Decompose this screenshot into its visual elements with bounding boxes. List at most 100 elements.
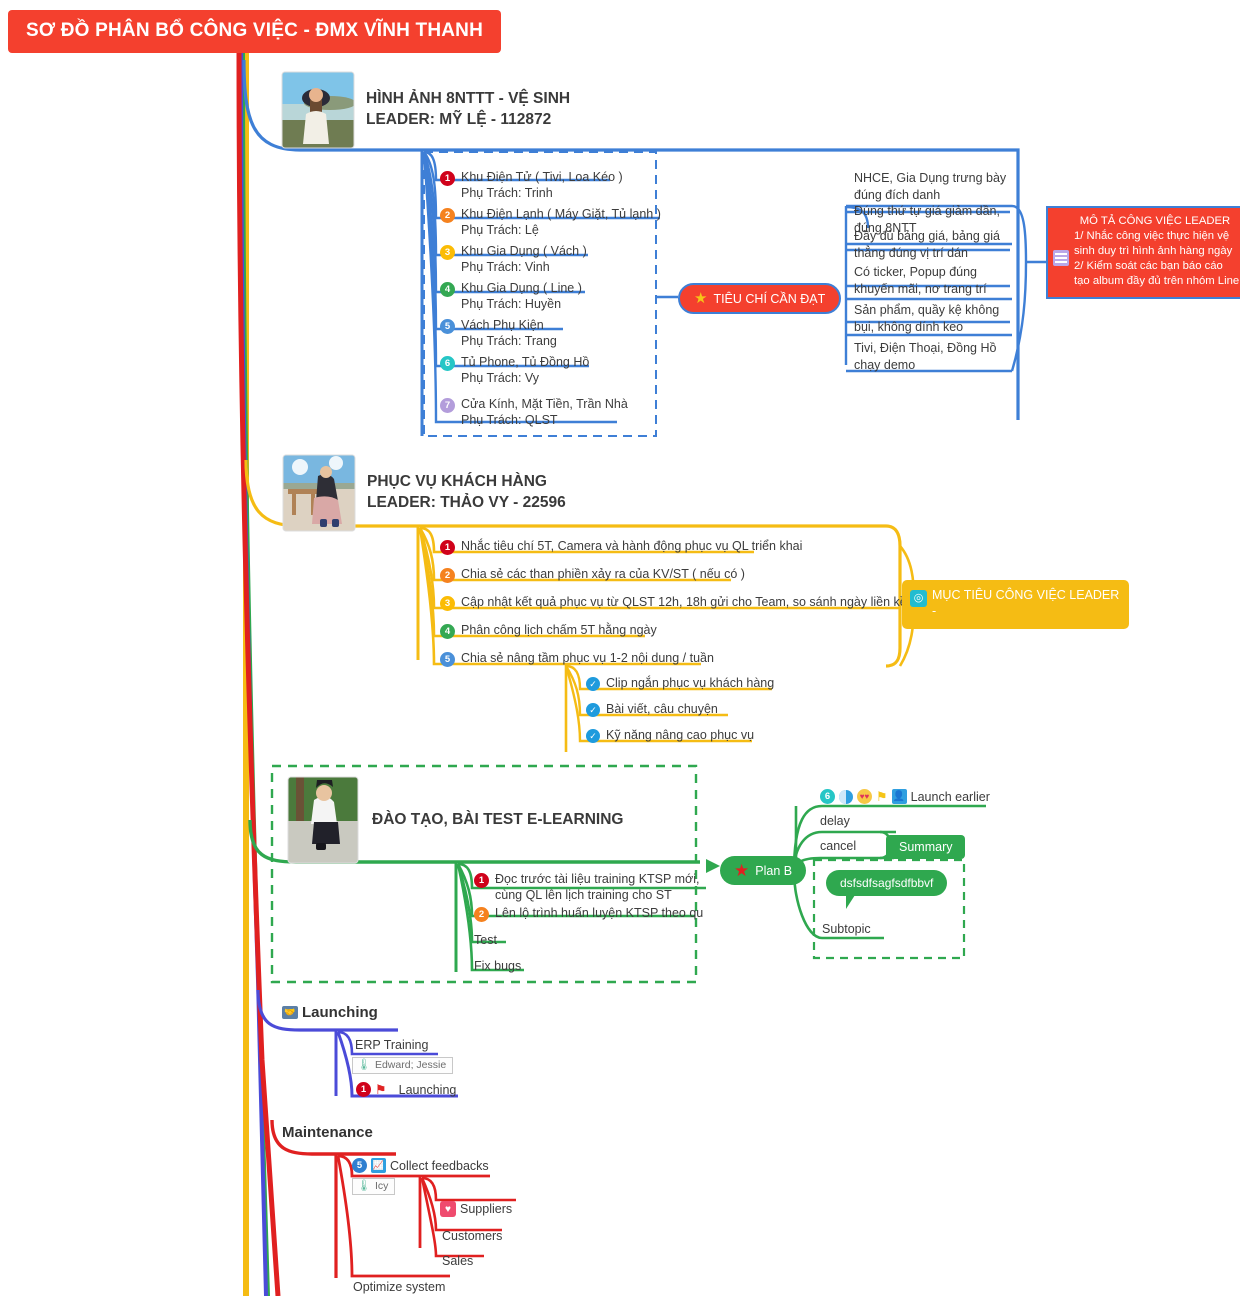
branch2-title-line2: LEADER: THẢO VY - 22596 [367, 494, 566, 511]
branch4-title: Launching [302, 1004, 378, 1021]
list-item[interactable]: 3 Khu Gia Dụng ( Vách ) Phụ Trách: Vinh [440, 243, 587, 275]
star-icon: ★ [694, 290, 708, 307]
branch1-thumbnail [282, 72, 354, 148]
item-number: 5 [352, 1158, 367, 1173]
branch-header-customer-service[interactable]: PHỤC VỤ KHÁCH HÀNG LEADER: THẢO VY - 225… [283, 455, 566, 531]
plan-b-child-subtopic[interactable]: Subtopic [822, 922, 871, 936]
item-number: 2 [474, 907, 489, 922]
assignee-tag-label: Edward; Jessie [374, 1059, 447, 1071]
list-item[interactable]: 6 Tủ Phone, Tủ Đồng Hồ Phụ Trách: Vy [440, 354, 589, 386]
check-icon: ✓ [586, 729, 600, 743]
list-item[interactable]: Customers [442, 1229, 502, 1243]
item-line1: Khu Gia Dụng ( Vách ) [461, 244, 587, 258]
check-icon: ✓ [586, 677, 600, 691]
chart-icon: 📈 [371, 1158, 386, 1173]
item-number: 5 [440, 652, 455, 667]
plan-b-node[interactable]: ★ Plan B [720, 856, 807, 885]
item-line1: Khu Điện Lạnh ( Máy Giặt, Tủ lạnh ) [461, 207, 661, 221]
item-number: 6 [440, 356, 455, 371]
list-item[interactable]: 4 Phân công lịch chấm 5T hằng ngày [440, 622, 657, 639]
smiley-hearts-icon: ♥♥ [857, 789, 872, 804]
plan-b-child-cancel[interactable]: cancel [820, 839, 856, 853]
assignee-tag-label: Icy [374, 1180, 389, 1192]
list-item[interactable]: Sales [442, 1254, 473, 1268]
check-icon: ✓ [586, 703, 600, 717]
criteria-text: NHCE, Gia Dụng trưng bày đúng đích danh … [854, 171, 1007, 235]
item-label: Chia sẻ các than phiền xảy ra của KV/ST … [461, 567, 745, 581]
person-icon: 👤 [891, 789, 907, 804]
list-item[interactable]: 1 Khu Điện Tử ( Tivi, Loa Kéo ) Phụ Trách… [440, 169, 623, 201]
list-item[interactable]: Test [474, 933, 497, 947]
item-line2: Phụ Trách: Vy [461, 371, 540, 385]
branch-header-maintenance[interactable]: Maintenance [282, 1124, 373, 1141]
criteria-text: Sản phẩm, quầy kệ không bụi, không dính … [854, 303, 1000, 334]
branch3-thumbnail [288, 777, 360, 863]
list-item[interactable]: ✓ Bài viết, câu chuyện [586, 701, 718, 717]
list-item[interactable]: ✓ Clip ngắn phục vụ khách hàng [586, 675, 774, 691]
list-item[interactable]: 1 Đọc trước tài liệu training KTSP mới, c… [474, 871, 699, 903]
assignee-tag[interactable]: 🌡 Icy [352, 1178, 396, 1195]
item-label: Kỹ năng nâng cao phục vụ [606, 728, 755, 742]
list-item[interactable]: 2 Khu Điện Lạnh ( Máy Giặt, Tủ lạnh ) Phụ… [440, 206, 661, 238]
branch-header-launching[interactable]: 🤝 Launching [282, 1004, 378, 1021]
branch1-title: HÌNH ẢNH 8NTTT - VỆ SINH LEADER: MỸ LỆ -… [366, 89, 570, 131]
leader-goal-box[interactable]: ◎ MỤC TIÊU CÔNG VIỆC LEADER - [902, 580, 1130, 629]
item-number: 1 [440, 540, 455, 555]
plan-b-child-delay[interactable]: delay [820, 814, 850, 828]
item-number: 4 [440, 624, 455, 639]
summary-node[interactable]: Summary [886, 835, 966, 859]
list-item[interactable]: 1 Nhắc tiêu chí 5T, Camera và hành động … [440, 538, 802, 555]
list-item[interactable]: ✓ Kỹ năng nâng cao phục vụ [586, 727, 754, 743]
list-item[interactable]: ♥ Suppliers [440, 1201, 512, 1217]
criteria-callout[interactable]: ★ TIÊU CHÍ CẦN ĐẠT [678, 283, 842, 314]
plan-b-child-launch-earlier[interactable]: 6 ♥♥ ⚑ 👤 Launch earlier [820, 789, 990, 804]
item-label: Lên lộ trình huấn luyện KTSP theo qu [495, 906, 704, 920]
branch-header-training[interactable]: ĐÀO TẠO, BÀI TEST E-LEARNING [288, 777, 623, 863]
list-item[interactable]: 4 Khu Gia Dụng ( Line ) Phụ Trách: Huyền [440, 280, 582, 312]
heart-icon: ♥ [440, 1201, 456, 1217]
list-item[interactable]: 7 Cửa Kính, Mặt Tiền, Trần Nhà Phụ Trách:… [440, 396, 628, 428]
item-label: Collect feedbacks [390, 1158, 489, 1173]
item-number: 3 [440, 596, 455, 611]
plan-b-label: Plan B [755, 863, 793, 878]
item-number: 1 [356, 1082, 371, 1097]
list-item[interactable]: 5 📈 Collect feedbacks [352, 1158, 489, 1173]
list-item[interactable]: Fix bugs [474, 959, 521, 973]
item-line1: Đọc trước tài liệu training KTSP mới, [495, 872, 700, 886]
item-line1: Vách Phụ Kiện [461, 318, 544, 332]
list-item[interactable]: ERP Training [355, 1038, 428, 1052]
item-number: 5 [440, 319, 455, 334]
leader-description-box[interactable]: MÔ TẢ CÔNG VIỆC LEADER 1/ Nhắc công việc… [1046, 206, 1240, 299]
item-line2: Phụ Trách: Trang [461, 334, 557, 348]
thermometer-icon: 🌡 [357, 1058, 371, 1071]
list-item[interactable]: 5 Chia sẻ nâng tầm phục vụ 1-2 nội dung … [440, 650, 714, 667]
leader-box-heading: MÔ TẢ CÔNG VIỆC LEADER [1079, 215, 1231, 227]
item-line2: Phụ Trách: Huyền [461, 297, 562, 311]
item-label: Nhắc tiêu chí 5T, Camera và hành động ph… [461, 539, 803, 553]
note-icon [1053, 250, 1069, 266]
red-star-icon: ★ [734, 861, 750, 880]
item-label: Chia sẻ nâng tầm phục vụ 1-2 nội dung / … [461, 651, 714, 665]
list-item[interactable]: 1 ⚑ Launching [356, 1082, 456, 1097]
list-item[interactable]: 5 Vách Phụ Kiện Phụ Trách: Trang [440, 317, 557, 349]
item-label: Clip ngắn phục vụ khách hàng [606, 676, 775, 690]
list-item[interactable]: 2 Lên lộ trình huấn luyện KTSP theo qu [474, 905, 703, 922]
item-number: 1 [440, 171, 455, 186]
item-number: 4 [440, 282, 455, 297]
branch2-title-line1: PHỤC VỤ KHÁCH HÀNG [367, 473, 547, 491]
bubble-node[interactable]: dsfsdfsagfsdfbbvf [826, 870, 948, 909]
list-item[interactable]: 2 Chia sẻ các than phiền xảy ra của KV/S… [440, 566, 745, 583]
goal-box-sub: - [932, 604, 937, 619]
assignee-tag[interactable]: 🌡 Edward; Jessie [352, 1057, 454, 1074]
branch2-title: PHỤC VỤ KHÁCH HÀNG LEADER: THẢO VY - 225… [367, 472, 566, 514]
item-number: 1 [474, 873, 489, 888]
page-title: SƠ ĐỒ PHÂN BỔ CÔNG VIỆC - ĐMX VĨNH THANH [8, 10, 502, 53]
list-item[interactable]: Optimize system [353, 1280, 445, 1294]
thermometer-icon: 🌡 [357, 1179, 371, 1192]
yellow-flag-icon: ⚑ [876, 789, 888, 804]
item-line2: Phụ Trách: Trinh [461, 186, 553, 200]
item-label: Cập nhật kết quả phục vụ từ QLST 12h, 18… [461, 595, 907, 609]
list-item[interactable]: 3 Cập nhật kết quả phục vụ từ QLST 12h, … [440, 594, 907, 611]
branch-header-image-hygiene[interactable]: HÌNH ẢNH 8NTTT - VỆ SINH LEADER: MỸ LỆ -… [282, 72, 570, 148]
item-label: Suppliers [460, 1202, 513, 1216]
